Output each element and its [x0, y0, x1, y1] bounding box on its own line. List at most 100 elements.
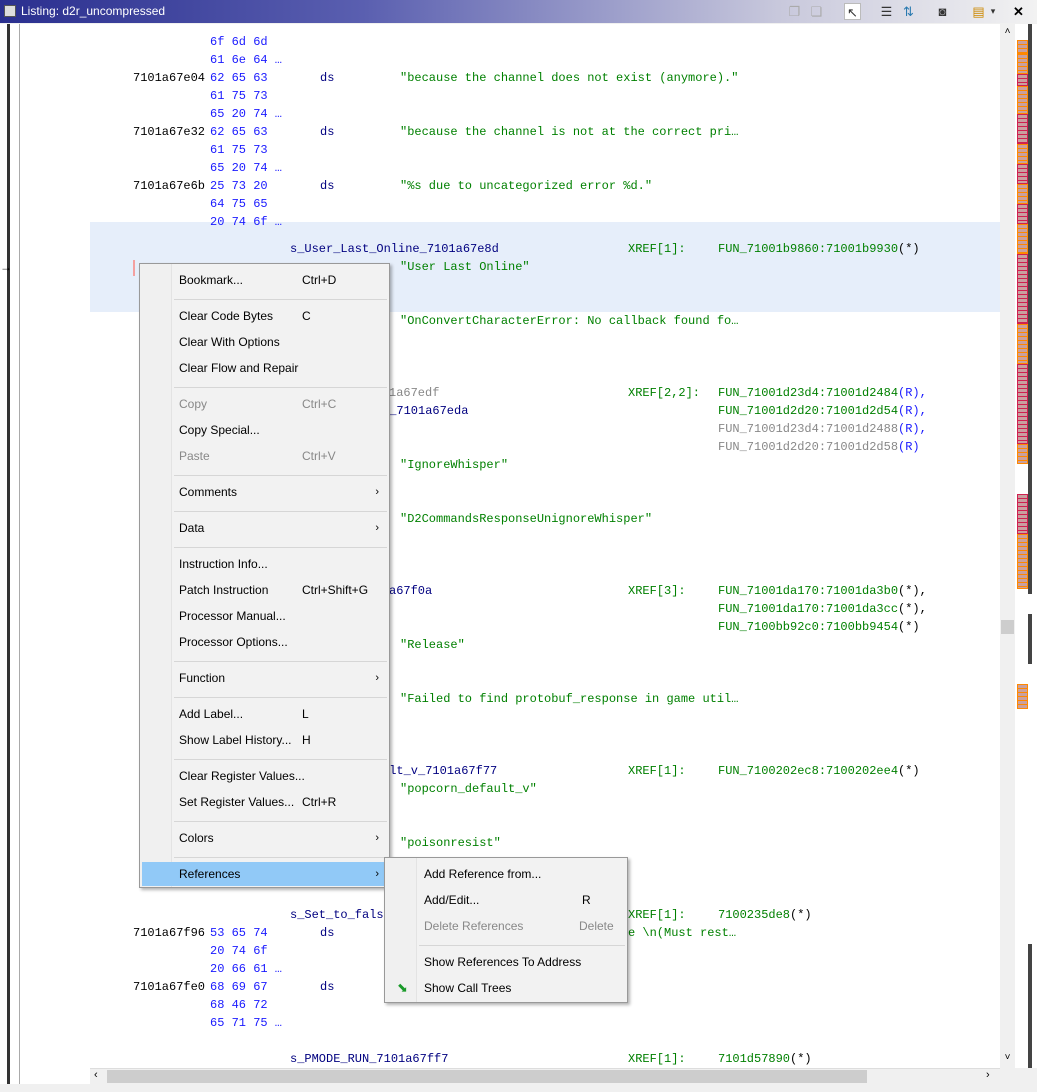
horizontal-scrollbar[interactable]: ‹ ›: [90, 1068, 1000, 1083]
label[interactable]: s_Set_to_false: [290, 906, 391, 924]
overview-marker[interactable]: [1017, 324, 1028, 364]
menu-item-clear-register-values[interactable]: Clear Register Values...: [142, 764, 387, 788]
ref-type[interactable]: (*): [898, 240, 920, 258]
bytes[interactable]: 65 20 74 …: [210, 105, 282, 123]
menu-item-bookmark[interactable]: Bookmark... Ctrl+D: [142, 268, 387, 292]
overview-marker[interactable]: [1017, 144, 1028, 164]
bytes[interactable]: 62 65 63: [210, 123, 268, 141]
string-operand[interactable]: "Failed to find protobuf_response in gam…: [400, 690, 738, 708]
bytes[interactable]: 68 69 67: [210, 978, 268, 996]
overview-marker[interactable]: [1017, 364, 1028, 444]
string-operand[interactable]: "User Last Online": [400, 258, 530, 276]
xref[interactable]: XREF[1]:: [628, 1050, 686, 1068]
fields-icon[interactable]: ☰: [878, 3, 895, 20]
menu-item-clear-flow-and-repair[interactable]: Clear Flow and Repair: [142, 356, 387, 380]
snapshot-icon[interactable]: ◙: [934, 3, 951, 20]
string-operand[interactable]: e \n(Must rest…: [628, 924, 736, 942]
menu-item-comments[interactable]: Comments ›: [142, 480, 387, 504]
xref[interactable]: FUN_71001da170:71001da3cc: [718, 600, 898, 618]
scroll-down-icon[interactable]: ˅: [1000, 1052, 1015, 1063]
xref[interactable]: FUN_71001d2d20:71001d2d54: [718, 402, 898, 420]
ref-type[interactable]: (*),: [898, 582, 927, 600]
menu-item-copy-special[interactable]: Copy Special...: [142, 418, 387, 442]
address[interactable]: 7101a67e6b: [133, 177, 205, 195]
menu-item-add-reference-from[interactable]: Add Reference from...: [387, 862, 625, 886]
hscroll-thumb[interactable]: [107, 1070, 867, 1083]
menu-item-processor-options[interactable]: Processor Options...: [142, 630, 387, 654]
mnemonic[interactable]: ds: [320, 924, 334, 942]
xref-offcut[interactable]: FUN_71001d2d20:71001d2d58: [718, 438, 898, 456]
ref-type[interactable]: (*): [898, 762, 920, 780]
menu-item-add-label[interactable]: Add Label... L: [142, 702, 387, 726]
ref-type[interactable]: (*): [898, 618, 920, 636]
bytes[interactable]: 65 20 74 …: [210, 159, 282, 177]
overview-marker[interactable]: [1017, 684, 1028, 709]
bytes[interactable]: 20 66 61 …: [210, 960, 282, 978]
xref[interactable]: FUN_71001da170:71001da3b0: [718, 582, 898, 600]
ref-type[interactable]: (*): [790, 906, 812, 924]
bytes[interactable]: 6f 6d 6d: [210, 33, 268, 51]
xref[interactable]: 7101d57890: [718, 1050, 790, 1068]
overview-marker[interactable]: [1017, 204, 1028, 224]
overview-bar[interactable]: [1015, 24, 1037, 1068]
menu-item-show-references-to-address[interactable]: Show References To Address: [387, 950, 625, 974]
xref[interactable]: XREF[3]:: [628, 582, 686, 600]
scroll-thumb[interactable]: [1001, 620, 1014, 634]
menu-item-references[interactable]: References ›: [142, 862, 387, 886]
mnemonic[interactable]: ds: [320, 123, 334, 141]
string-operand[interactable]: "OnConvertCharacterError: No callback fo…: [400, 312, 738, 330]
address[interactable]: 7101a67f96: [133, 924, 205, 942]
ref-type[interactable]: (R),: [898, 420, 927, 438]
dropdown-icon[interactable]: ▾: [988, 3, 998, 20]
label[interactable]: s_PMODE_RUN_7101a67ff7: [290, 1050, 448, 1068]
bytes[interactable]: 65 71 75 …: [210, 1014, 282, 1032]
menu-item-function[interactable]: Function ›: [142, 666, 387, 690]
scroll-right-icon[interactable]: ›: [986, 1069, 990, 1081]
bytes[interactable]: 61 75 73: [210, 141, 268, 159]
xref[interactable]: FUN_7100bb92c0:7100bb9454: [718, 618, 898, 636]
overview-marker[interactable]: [1017, 74, 1028, 86]
bytes[interactable]: 20 74 6f …: [210, 213, 282, 231]
bytes[interactable]: 20 74 6f: [210, 942, 268, 960]
label[interactable]: a67f0a: [389, 582, 432, 600]
mnemonic[interactable]: ds: [320, 177, 334, 195]
overview-marker[interactable]: [1017, 184, 1028, 204]
bytes[interactable]: 61 75 73: [210, 87, 268, 105]
address[interactable]: 7101a67fe0: [133, 978, 205, 996]
bytes[interactable]: 53 65 74: [210, 924, 268, 942]
bytes[interactable]: 61 6e 64 …: [210, 51, 282, 69]
xref[interactable]: FUN_7100202ec8:7100202ee4: [718, 762, 898, 780]
string-operand[interactable]: "IgnoreWhisper": [400, 456, 508, 474]
menu-item-set-register-values[interactable]: Set Register Values... Ctrl+R: [142, 790, 387, 814]
xref-offcut[interactable]: FUN_71001d23d4:71001d2488: [718, 420, 898, 438]
xref[interactable]: FUN_71001d23d4:71001d2484: [718, 384, 898, 402]
mnemonic[interactable]: ds: [320, 69, 334, 87]
menu-item-show-label-history[interactable]: Show Label History... H: [142, 728, 387, 752]
string-operand[interactable]: "because the channel does not exist (any…: [400, 69, 738, 87]
xref[interactable]: 7100235de8: [718, 906, 790, 924]
menu-item-copy[interactable]: Copy Ctrl+C: [142, 392, 387, 416]
menu-item-delete-references[interactable]: Delete References Delete: [387, 914, 625, 938]
string-operand[interactable]: "Release": [400, 636, 465, 654]
string-operand[interactable]: "popcorn_default_v": [400, 780, 537, 798]
overview-marker[interactable]: [1017, 224, 1028, 254]
xref[interactable]: XREF[2,2]:: [628, 384, 700, 402]
menu-item-data[interactable]: Data ›: [142, 516, 387, 540]
menu-item-colors[interactable]: Colors ›: [142, 826, 387, 850]
copy-icon[interactable]: ❐: [786, 3, 803, 20]
scroll-left-icon[interactable]: ‹: [94, 1069, 98, 1081]
cursor-icon[interactable]: ↖: [844, 3, 861, 20]
address[interactable]: 7101a67e04: [133, 69, 205, 87]
xref[interactable]: FUN_71001b9860:71001b9930: [718, 240, 898, 258]
overview-marker[interactable]: [1017, 254, 1028, 324]
xref-offcut[interactable]: 1a67edf: [389, 384, 439, 402]
bytes[interactable]: 25 73 20: [210, 177, 268, 195]
bytes[interactable]: 68 46 72: [210, 996, 268, 1014]
menu-item-clear-code-bytes[interactable]: Clear Code Bytes C: [142, 304, 387, 328]
diff-icon[interactable]: ⇅: [900, 3, 917, 20]
bytes[interactable]: 64 75 65: [210, 195, 268, 213]
address[interactable]: 7101a67e32: [133, 123, 205, 141]
menu-item-add-edit[interactable]: Add/Edit... R: [387, 888, 625, 912]
overview-marker[interactable]: [1017, 534, 1028, 589]
vertical-scrollbar[interactable]: ˄ ˅: [1000, 24, 1015, 1068]
